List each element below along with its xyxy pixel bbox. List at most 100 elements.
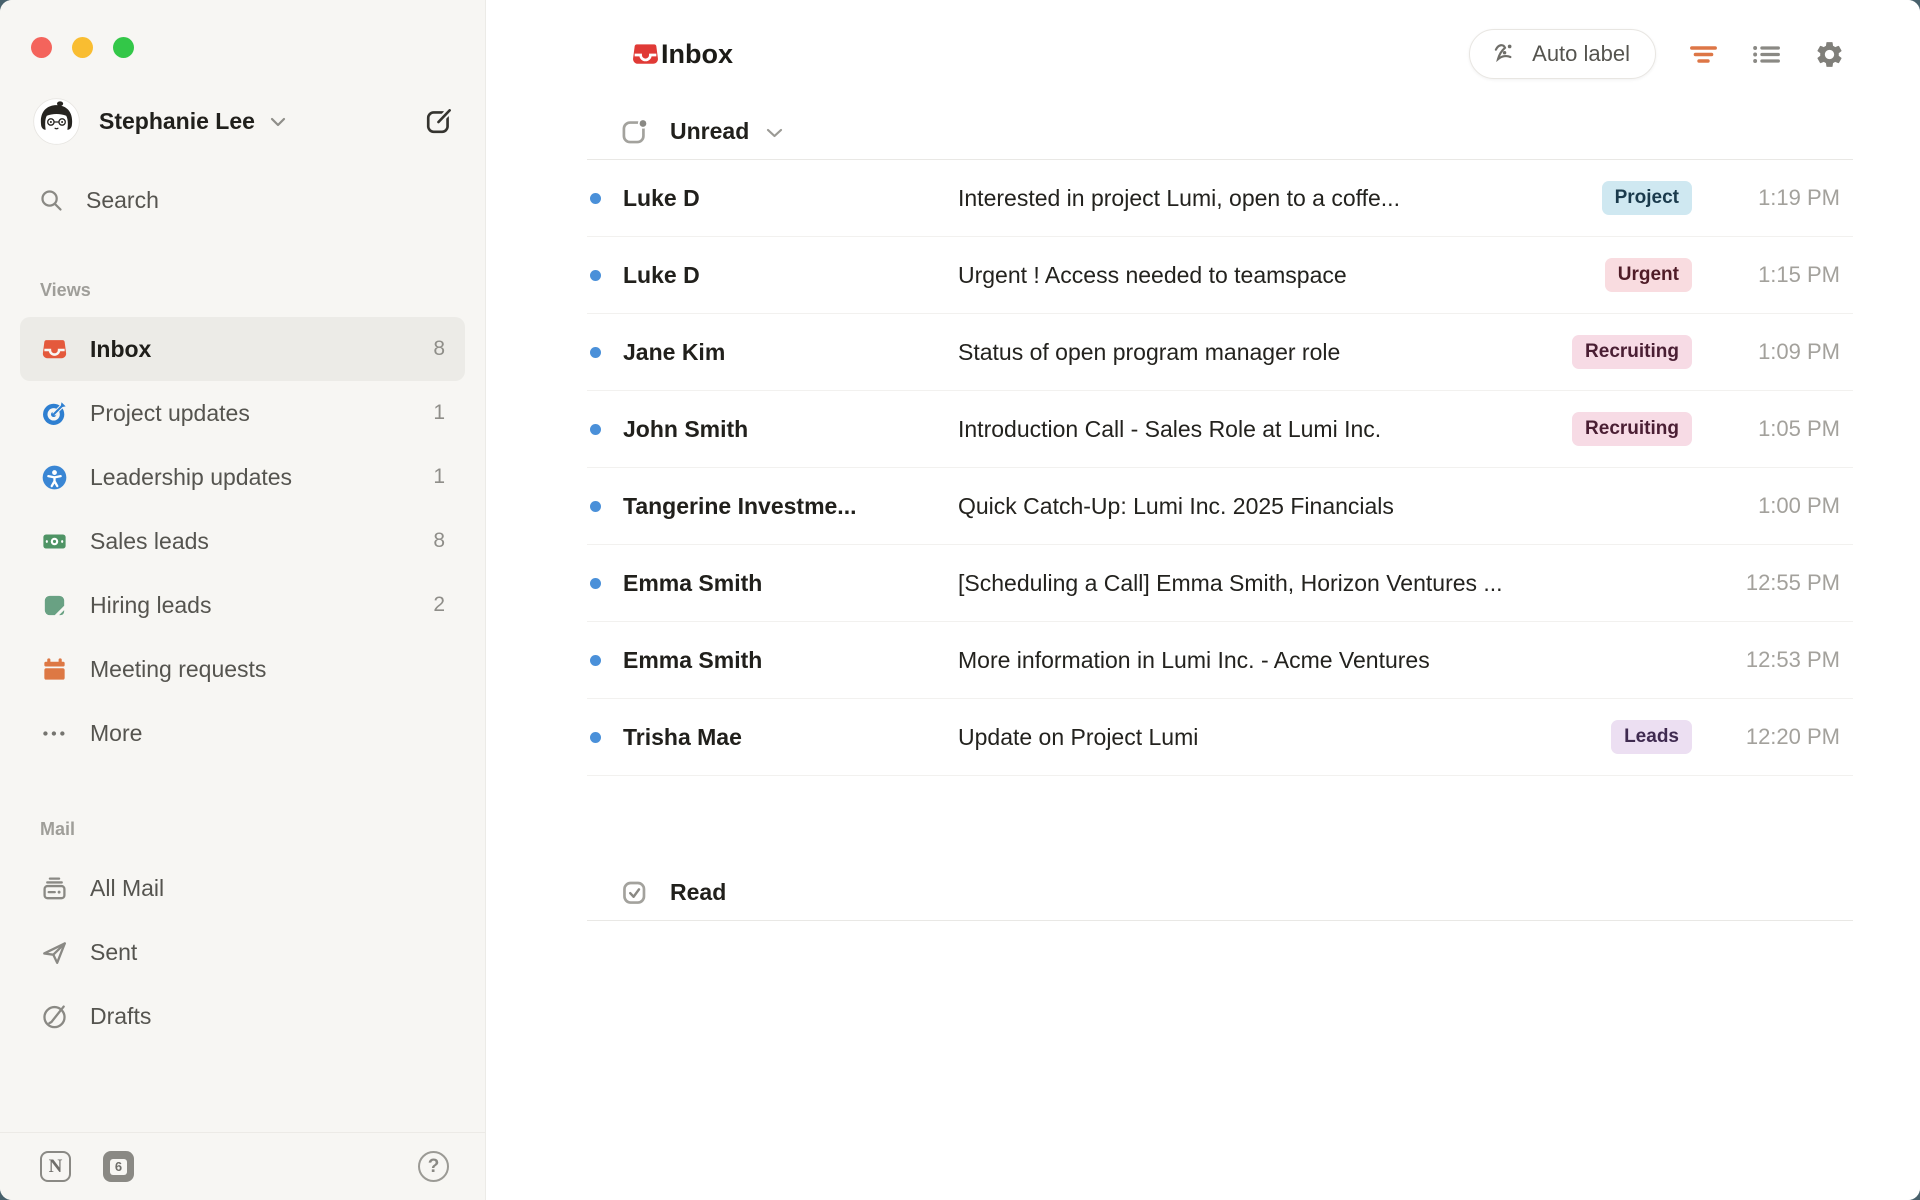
sidebar-item-inbox[interactable]: Inbox 8 xyxy=(20,317,465,381)
email-row[interactable]: John Smith Introduction Call - Sales Rol… xyxy=(587,391,1853,468)
auto-label-button[interactable]: Auto label xyxy=(1469,29,1656,79)
email-label-badge: Urgent xyxy=(1605,258,1692,292)
search-label: Search xyxy=(86,187,159,214)
close-button[interactable] xyxy=(31,37,52,58)
sidebar-item-label: Leadership updates xyxy=(90,464,292,491)
email-row[interactable]: Trisha Mae Update on Project Lumi Leads … xyxy=(587,699,1853,776)
read-section-title: Read xyxy=(670,879,726,906)
unread-dot xyxy=(590,270,601,281)
unread-dot xyxy=(590,732,601,743)
sidebar-item-more[interactable]: More xyxy=(20,701,465,765)
email-subject: Update on Project Lumi xyxy=(958,724,1611,751)
calendar-app-icon[interactable]: 6 xyxy=(103,1151,134,1182)
email-list: Luke D Interested in project Lumi, open … xyxy=(587,160,1853,776)
unread-count-badge: 8 xyxy=(433,337,445,361)
email-sender: Trisha Mae xyxy=(623,724,958,751)
views-nav: Inbox 8 Project updates 1 xyxy=(20,317,465,765)
email-subject: [Scheduling a Call] Emma Smith, Horizon … xyxy=(958,570,1718,597)
sidebar-item-all-mail[interactable]: All Mail xyxy=(20,856,465,920)
compose-icon xyxy=(424,107,453,136)
unread-count-badge: 2 xyxy=(433,593,445,617)
sidebar-item-label: Inbox xyxy=(90,336,151,363)
profile-switcher[interactable]: Stephanie Lee xyxy=(33,98,453,145)
person-circle-icon xyxy=(40,463,69,492)
sidebar-item-sales-leads[interactable]: Sales leads 8 xyxy=(20,509,465,573)
compose-button[interactable] xyxy=(424,107,453,136)
settings-button[interactable] xyxy=(1814,39,1845,70)
sidebar-item-label: Project updates xyxy=(90,400,250,427)
email-sender: Tangerine Investme... xyxy=(623,493,958,520)
gear-icon xyxy=(1814,39,1845,70)
app-window: Stephanie Lee Search Views xyxy=(0,0,1920,1200)
email-row[interactable]: Luke D Interested in project Lumi, open … xyxy=(587,160,1853,237)
notion-logo-icon[interactable]: N xyxy=(40,1151,71,1182)
sidebar-item-leadership-updates[interactable]: Leadership updates 1 xyxy=(20,445,465,509)
email-sender: John Smith xyxy=(623,416,958,443)
email-row[interactable]: Emma Smith More information in Lumi Inc.… xyxy=(587,622,1853,699)
target-icon xyxy=(40,399,69,428)
unread-count-badge: 8 xyxy=(433,529,445,553)
sidebar-item-label: All Mail xyxy=(90,875,164,902)
sidebar-item-hiring-leads[interactable]: Hiring leads 2 xyxy=(20,573,465,637)
email-row[interactable]: Jane Kim Status of open program manager … xyxy=(587,314,1853,391)
mail-stack-icon xyxy=(40,874,69,903)
unread-dot xyxy=(590,424,601,435)
sidebar-item-sent[interactable]: Sent xyxy=(20,920,465,984)
main-content: Inbox Auto label xyxy=(486,0,1920,1200)
sidebar-item-label: Sales leads xyxy=(90,528,209,555)
email-row[interactable]: Luke D Urgent ! Access needed to teamspa… xyxy=(587,237,1853,314)
unread-count-badge: 1 xyxy=(433,401,445,425)
read-section-header[interactable]: Read xyxy=(587,865,1853,921)
email-subject: Introduction Call - Sales Role at Lumi I… xyxy=(958,416,1572,443)
chevron-down-icon xyxy=(270,117,286,127)
list-view-icon xyxy=(1751,41,1782,68)
paper-plane-icon xyxy=(40,938,69,967)
email-time: 12:53 PM xyxy=(1718,647,1840,673)
email-time: 1:05 PM xyxy=(1718,416,1840,442)
sidebar-footer: N 6 ? xyxy=(0,1132,485,1200)
header-actions: Auto label xyxy=(1469,29,1845,79)
email-label-badge: Project xyxy=(1602,181,1692,215)
sidebar-item-label: Drafts xyxy=(90,1003,151,1030)
profile-name: Stephanie Lee xyxy=(99,108,255,135)
email-label-badge: Recruiting xyxy=(1572,412,1692,446)
email-sender: Jane Kim xyxy=(623,339,958,366)
email-row[interactable]: Emma Smith [Scheduling a Call] Emma Smit… xyxy=(587,545,1853,622)
email-subject: Urgent ! Access needed to teamspace xyxy=(958,262,1605,289)
money-bill-icon xyxy=(40,527,69,556)
ellipsis-icon xyxy=(40,719,69,748)
email-time: 1:09 PM xyxy=(1718,339,1840,365)
chevron-down-icon xyxy=(766,128,783,138)
unread-section-header[interactable]: Unread xyxy=(587,104,1853,160)
filter-button[interactable] xyxy=(1688,41,1719,68)
unread-count-badge: 1 xyxy=(433,465,445,489)
sidebar-item-label: More xyxy=(90,720,142,747)
mail-nav: All Mail Sent Drafts xyxy=(20,856,465,1048)
list-view-button[interactable] xyxy=(1751,41,1782,68)
window-controls xyxy=(0,0,485,58)
unread-dot xyxy=(590,578,601,589)
unread-section-title: Unread xyxy=(670,118,749,145)
email-time: 1:15 PM xyxy=(1718,262,1840,288)
email-label-badge: Leads xyxy=(1611,720,1692,754)
zoom-button[interactable] xyxy=(113,37,134,58)
sidebar-item-label: Sent xyxy=(90,939,137,966)
unread-dot xyxy=(590,501,601,512)
unread-icon xyxy=(620,117,649,146)
email-subject: More information in Lumi Inc. - Acme Ven… xyxy=(958,647,1718,674)
email-row[interactable]: Tangerine Investme... Quick Catch-Up: Lu… xyxy=(587,468,1853,545)
mail-section-label: Mail xyxy=(40,819,485,840)
email-subject: Quick Catch-Up: Lumi Inc. 2025 Financial… xyxy=(958,493,1718,520)
email-sender: Luke D xyxy=(623,185,958,212)
auto-label-wand-icon xyxy=(1491,40,1519,68)
email-time: 1:19 PM xyxy=(1718,185,1840,211)
sidebar-item-project-updates[interactable]: Project updates 1 xyxy=(20,381,465,445)
filter-icon xyxy=(1688,41,1719,68)
search-button[interactable]: Search xyxy=(38,187,453,214)
help-button[interactable]: ? xyxy=(418,1151,449,1182)
minimize-button[interactable] xyxy=(72,37,93,58)
read-checkbox-icon xyxy=(620,878,649,907)
email-sender: Emma Smith xyxy=(623,647,958,674)
sidebar-item-drafts[interactable]: Drafts xyxy=(20,984,465,1048)
sidebar-item-meeting-requests[interactable]: Meeting requests xyxy=(20,637,465,701)
